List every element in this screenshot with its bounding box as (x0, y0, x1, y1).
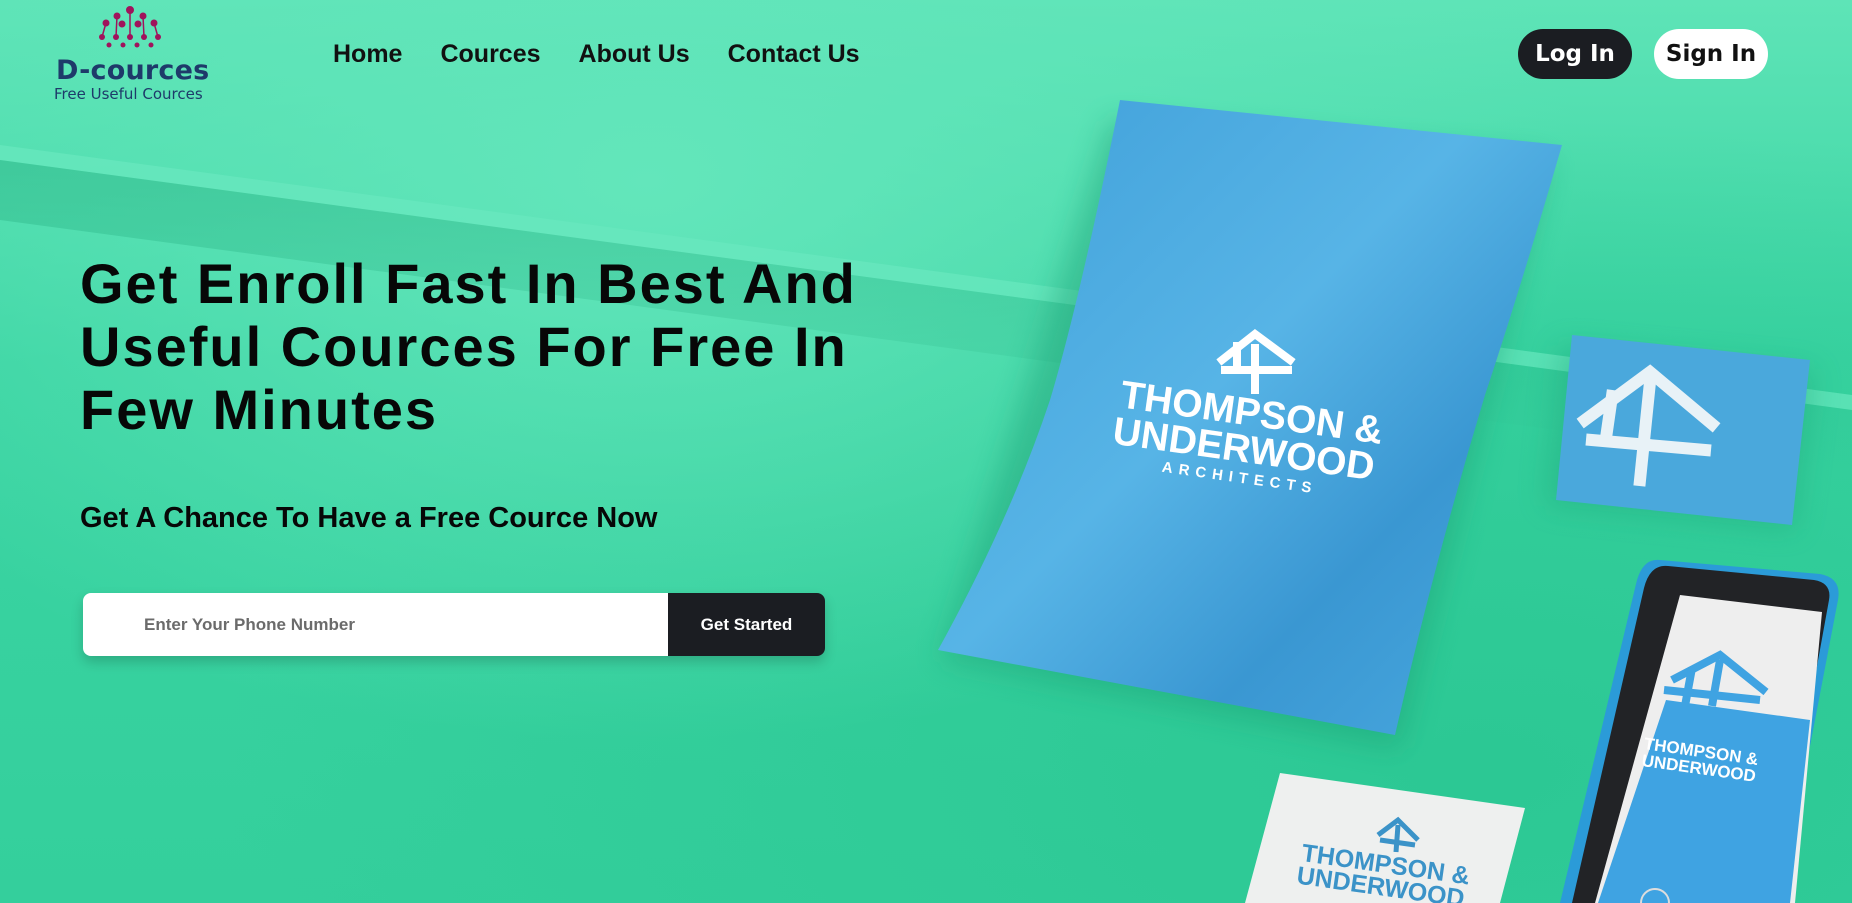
branding-mockup-illustration: THOMPSON & UNDERWOOD ARCHITECTS THOMPSON… (938, 100, 1839, 903)
phone-mockup: THOMPSON & UNDERWOOD (1560, 559, 1839, 903)
